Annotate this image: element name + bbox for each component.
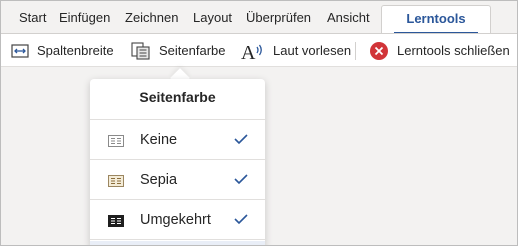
menu-title: Seitenfarbe	[139, 89, 216, 105]
ribbon-divider	[355, 42, 356, 60]
page-color-icon	[131, 41, 151, 60]
ribbon-tab-bar: Start Einfügen Zeichnen Layout Überprüfe…	[1, 1, 517, 34]
page-color-menu: Seitenfarbe Keine Sepia Umgekehrt	[90, 79, 265, 245]
page-color-button[interactable]: Seitenfarbe	[131, 34, 226, 67]
column-width-icon	[11, 43, 29, 59]
tab-lerntools[interactable]: Lerntools	[381, 5, 491, 34]
column-width-button[interactable]: Spaltenbreite	[11, 34, 114, 67]
close-circle-icon	[369, 41, 389, 61]
read-aloud-button[interactable]: A Laut vorlesen	[241, 34, 351, 67]
read-aloud-label: Laut vorlesen	[273, 43, 352, 58]
option-sepia[interactable]: Sepia	[90, 160, 265, 200]
tab-ansicht[interactable]: Ansicht	[327, 10, 370, 25]
close-learning-tools-button[interactable]: Lerntools schließen	[369, 34, 510, 67]
option-none-label: Keine	[140, 131, 178, 148]
tab-ueberpruefen[interactable]: Überprüfen	[246, 10, 311, 25]
option-inverted-label: Umgekehrt	[140, 211, 211, 228]
page-color-label: Seitenfarbe	[159, 43, 226, 58]
page-inverted-icon	[108, 214, 124, 232]
page-none-icon	[108, 134, 124, 152]
tab-zeichnen[interactable]: Zeichnen	[125, 10, 178, 25]
tab-start[interactable]: Start	[19, 10, 46, 25]
checkmark-icon	[234, 132, 248, 150]
column-width-label: Spaltenbreite	[37, 43, 114, 58]
tab-einfuegen[interactable]: Einfügen	[59, 10, 110, 25]
menu-footer-strip	[90, 241, 265, 245]
checkmark-icon	[234, 212, 248, 230]
read-aloud-icon: A	[241, 41, 265, 61]
svg-text:A: A	[241, 42, 256, 61]
page-sepia-icon	[108, 174, 124, 192]
window: Start Einfügen Zeichnen Layout Überprüfe…	[0, 0, 518, 246]
option-inverted[interactable]: Umgekehrt	[90, 200, 265, 240]
checkmark-icon	[234, 172, 248, 190]
option-none[interactable]: Keine	[90, 120, 265, 160]
tab-layout[interactable]: Layout	[193, 10, 232, 25]
option-sepia-label: Sepia	[140, 171, 178, 188]
close-label: Lerntools schließen	[397, 43, 510, 58]
ribbon-toolbar: Spaltenbreite Seitenfarbe A Laut vorlese…	[1, 33, 517, 67]
